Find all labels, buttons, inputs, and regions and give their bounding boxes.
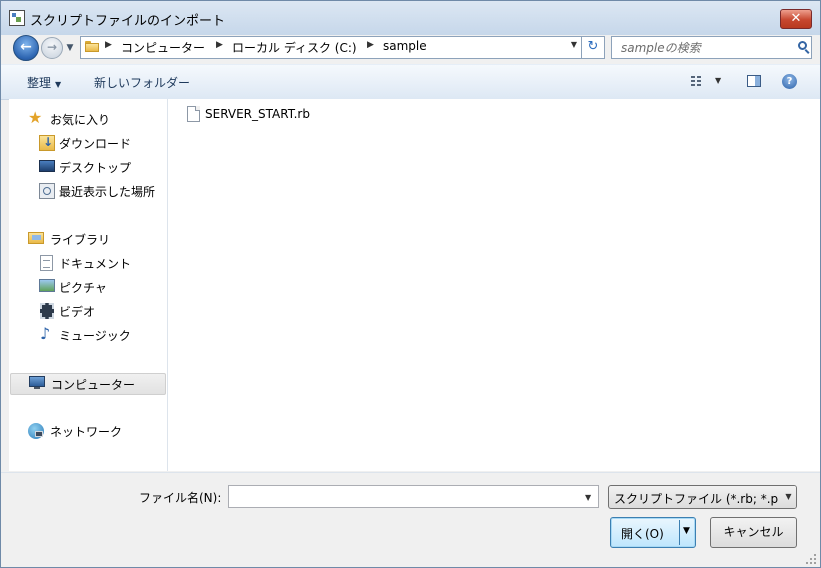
sidebar-item-label: ダウンロード xyxy=(59,137,132,151)
help-icon[interactable]: ? xyxy=(782,74,797,89)
sidebar-item-videos[interactable]: ビデオ xyxy=(9,301,167,321)
back-arrow-icon: ← xyxy=(20,39,32,55)
sidebar-item-label: デスクトップ xyxy=(59,161,132,175)
refresh-icon: ↻ xyxy=(587,39,599,54)
desktop-icon xyxy=(39,160,55,172)
sidebar-item-label: ネットワーク xyxy=(50,425,123,439)
sidebar-item-desktop[interactable]: デスクトップ xyxy=(9,157,167,177)
preview-pane-icon[interactable] xyxy=(747,75,761,87)
close-icon: ✕ xyxy=(790,11,802,26)
dialog-footer: ファイル名(N): ▼ スクリプトファイル (*.rb; *.p ▼ 開く(O)… xyxy=(1,472,820,567)
breadcrumb-computer[interactable]: コンピューター xyxy=(121,39,205,56)
close-button[interactable]: ✕ xyxy=(780,9,812,29)
chevron-down-icon: ▼ xyxy=(781,486,796,508)
organize-label: 整理 xyxy=(27,76,52,90)
sidebar-item-libraries[interactable]: ライブラリ xyxy=(9,229,167,249)
cancel-button[interactable]: キャンセル xyxy=(710,517,797,548)
navigation-row: ← → ▼ ▶ コンピューター ▶ ローカル ディスク (C:) ▶ sampl… xyxy=(1,35,820,61)
address-bar[interactable]: ▶ コンピューター ▶ ローカル ディスク (C:) ▶ sample ▼ xyxy=(80,36,582,59)
split-divider xyxy=(679,520,680,545)
library-icon xyxy=(28,232,44,244)
open-label: 開く(O) xyxy=(621,527,664,541)
sidebar-item-label: 最近表示した場所 xyxy=(59,185,156,199)
search-box[interactable]: sampleの検索 xyxy=(611,36,812,59)
breadcrumb-local-disk[interactable]: ローカル ディスク (C:) xyxy=(232,39,357,56)
sidebar-item-computer[interactable]: コンピューター xyxy=(10,373,166,395)
forward-arrow-icon: → xyxy=(46,40,58,54)
network-icon xyxy=(28,423,44,439)
sidebar-item-label: ビデオ xyxy=(59,305,96,319)
file-type-select[interactable]: スクリプトファイル (*.rb; *.p ▼ xyxy=(608,485,797,509)
search-icon[interactable] xyxy=(798,41,807,50)
file-name: SERVER_START.rb xyxy=(205,107,310,121)
filename-dropdown-icon[interactable]: ▼ xyxy=(585,493,591,502)
list-item[interactable]: SERVER_START.rb xyxy=(187,105,367,125)
sidebar-item-network[interactable]: ネットワーク xyxy=(9,421,167,441)
open-dropdown-icon[interactable]: ▼ xyxy=(683,526,690,536)
sidebar-item-recent-places[interactable]: 最近表示した場所 xyxy=(9,181,167,201)
sidebar-item-downloads[interactable]: ダウンロード xyxy=(9,133,167,153)
sidebar-item-label: お気に入り xyxy=(50,113,111,127)
sidebar-item-label: ミュージック xyxy=(59,329,131,343)
view-options-icon[interactable] xyxy=(691,75,705,87)
video-icon xyxy=(40,303,54,319)
sidebar-item-label: コンピューター xyxy=(51,378,136,392)
forward-button[interactable]: → xyxy=(41,37,63,59)
document-icon xyxy=(40,255,53,271)
search-placeholder: sampleの検索 xyxy=(621,41,701,55)
navigation-pane: ★ お気に入り ダウンロード デスクトップ 最近表示した場所 ライブラリ ドキュ… xyxy=(9,99,168,471)
window-title: スクリプトファイルのインポート xyxy=(30,14,226,29)
back-button[interactable]: ← xyxy=(13,35,39,61)
sidebar-item-label: ドキュメント xyxy=(59,257,132,271)
file-list: SERVER_START.rb xyxy=(168,99,820,471)
chevron-down-icon: ▼ xyxy=(55,80,62,89)
breadcrumb-separator-icon[interactable]: ▶ xyxy=(105,40,112,50)
breadcrumb-sample[interactable]: sample xyxy=(383,39,427,53)
view-dropdown-icon[interactable]: ▼ xyxy=(715,76,721,85)
import-dialog-window: スクリプトファイルのインポート ✕ ← → ▼ ▶ コンピューター ▶ ローカル… xyxy=(0,0,821,568)
sidebar-item-pictures[interactable]: ピクチャ xyxy=(9,277,167,297)
open-button[interactable]: 開く(O) ▼ xyxy=(610,517,696,548)
filename-input[interactable] xyxy=(228,485,599,508)
organize-menu[interactable]: 整理 ▼ xyxy=(27,74,61,91)
recent-locations-button[interactable]: ▼ xyxy=(65,43,75,53)
recent-places-icon xyxy=(39,183,55,199)
file-icon xyxy=(187,106,200,122)
breadcrumb-separator-icon[interactable]: ▶ xyxy=(367,40,374,50)
picture-icon xyxy=(39,279,55,292)
sidebar-item-label: ピクチャ xyxy=(59,281,107,295)
sidebar-item-label: ライブラリ xyxy=(50,233,111,247)
computer-icon xyxy=(29,376,45,389)
sidebar-item-favorites[interactable]: ★ お気に入り xyxy=(9,109,167,129)
filename-label: ファイル名(N): xyxy=(139,491,222,505)
download-folder-icon xyxy=(39,135,55,151)
address-dropdown-icon[interactable]: ▼ xyxy=(571,40,577,49)
chevron-down-icon: ▼ xyxy=(66,43,74,53)
app-icon xyxy=(9,10,25,26)
folder-icon xyxy=(85,40,99,52)
file-type-value: スクリプトファイル (*.rb; *.p xyxy=(614,492,779,506)
sidebar-item-documents[interactable]: ドキュメント xyxy=(9,253,167,273)
refresh-button[interactable]: ↻ xyxy=(581,36,605,59)
star-icon: ★ xyxy=(28,108,43,127)
music-icon: ♪ xyxy=(40,324,51,343)
new-folder-button[interactable]: 新しいフォルダー xyxy=(94,74,190,91)
breadcrumb-separator-icon[interactable]: ▶ xyxy=(216,40,223,50)
command-toolbar: 整理 ▼ 新しいフォルダー ▼ ? xyxy=(1,64,820,100)
sidebar-item-music[interactable]: ♪ ミュージック xyxy=(9,325,167,345)
title-bar: スクリプトファイルのインポート ✕ xyxy=(1,1,820,35)
resize-grip-icon[interactable] xyxy=(806,554,816,564)
